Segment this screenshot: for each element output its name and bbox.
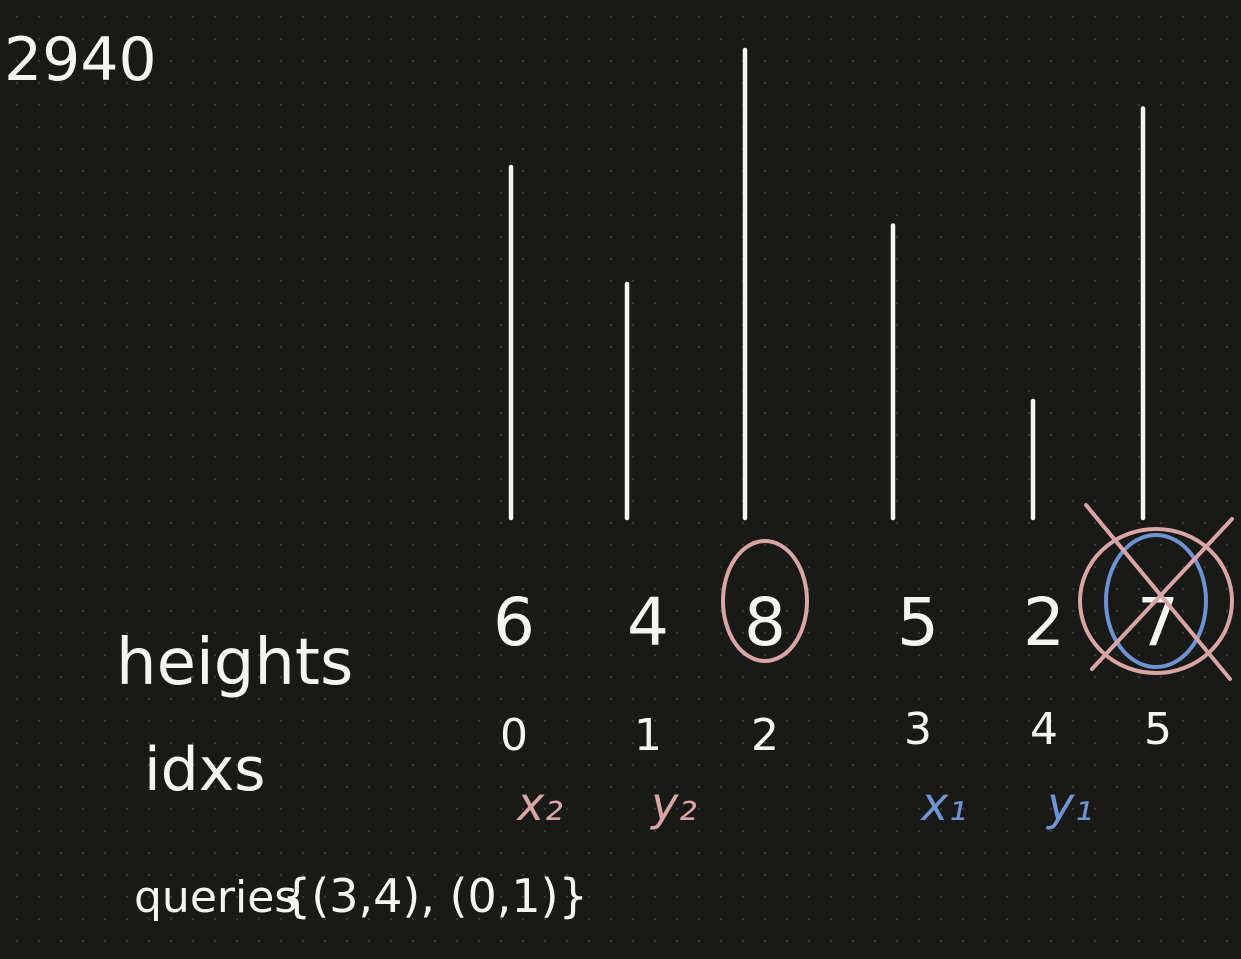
idx-label-4: 4 xyxy=(1030,704,1058,755)
pointer-label-4: y₁ xyxy=(1045,777,1093,831)
queries-list: {(3,4), (0,1)} xyxy=(282,869,588,923)
index-labels: 0 1 2 3 4 5 xyxy=(500,704,1172,761)
idxs-row-label: idxs xyxy=(144,735,266,805)
height-bars xyxy=(508,47,1146,521)
queries-label: queries xyxy=(134,872,297,923)
heights-row-label: heights xyxy=(116,626,353,700)
idx-label-0: 0 xyxy=(500,710,528,761)
idx-label-3: 3 xyxy=(904,704,932,755)
height-label-4: 2 xyxy=(1023,584,1065,661)
idx-label-2: 2 xyxy=(751,710,779,761)
height-label-2: 8 xyxy=(744,584,786,661)
height-label-0: 6 xyxy=(493,584,535,661)
height-labels: 648527 xyxy=(493,584,1179,661)
pointer-label-0: x₂ xyxy=(515,777,563,831)
idx-label-5: 5 xyxy=(1144,704,1172,755)
pointer-label-3: x₁ xyxy=(919,777,967,831)
height-label-3: 5 xyxy=(897,584,939,661)
pointer-label-1: y₂ xyxy=(649,777,697,831)
problem-number: 2940 xyxy=(4,25,157,95)
whiteboard-canvas: 2940 heights idxs 648527 012345 x₂ y₂ x₁ y₁… xyxy=(4,25,1234,923)
height-label-1: 4 xyxy=(627,584,669,661)
pointer-labels: x₂ y₂ x₁ y₁ xyxy=(515,777,1093,831)
idx-label-1: 1 xyxy=(634,710,662,761)
